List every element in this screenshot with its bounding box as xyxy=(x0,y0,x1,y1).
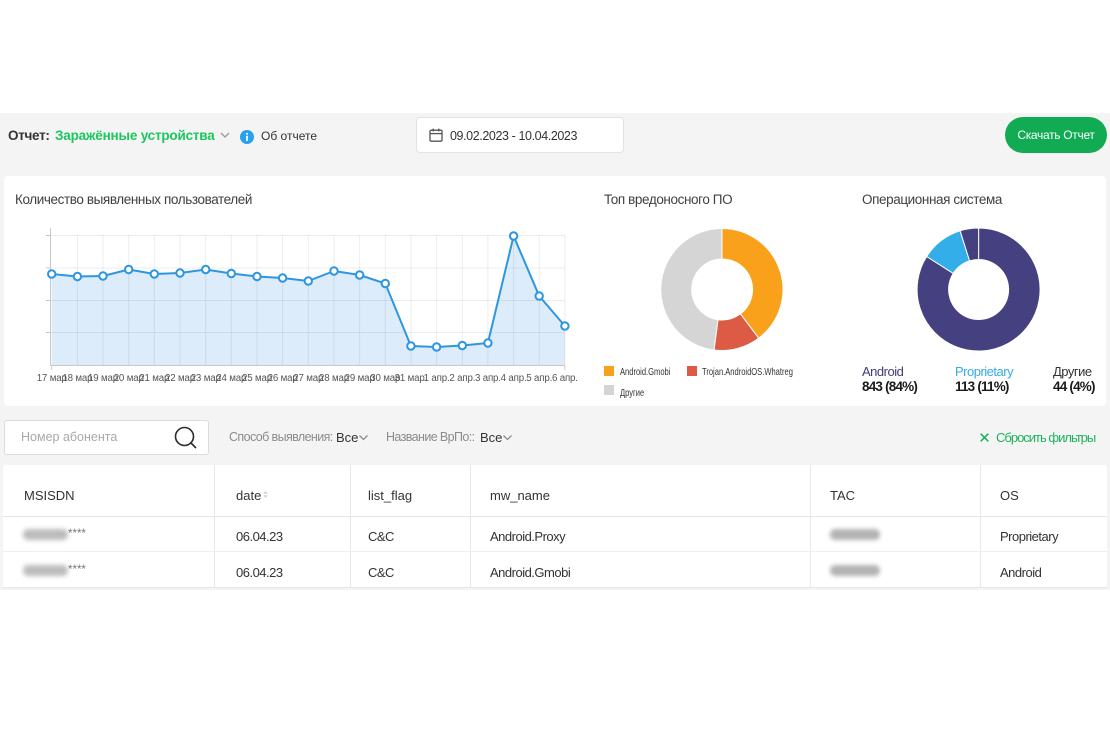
svg-text:2 апр.: 2 апр. xyxy=(449,373,475,384)
svg-text:6 апр.: 6 апр. xyxy=(552,373,578,384)
svg-text:3 апр.: 3 апр. xyxy=(475,373,501,384)
svg-text:4 апр.: 4 апр. xyxy=(501,373,527,384)
svg-text:1 апр.: 1 апр. xyxy=(424,373,450,384)
svg-text:31 мар.: 31 мар. xyxy=(395,373,428,384)
svg-text:5 апр.: 5 апр. xyxy=(526,373,552,384)
